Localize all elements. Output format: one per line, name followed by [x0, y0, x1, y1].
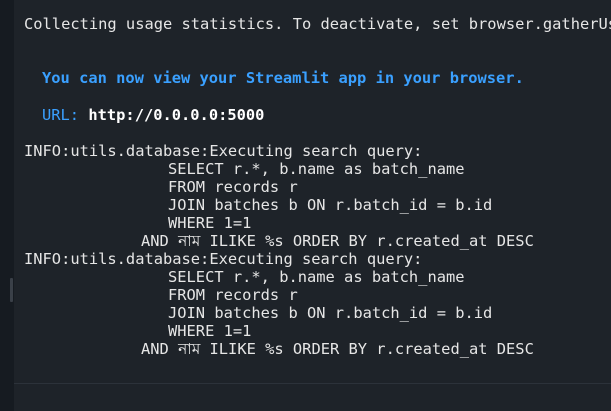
- sql-line: FROM records r: [168, 286, 298, 304]
- sql-line: AND নাম ILIKE %s ORDER BY r.created_at D…: [141, 340, 534, 358]
- sql-line: JOIN batches b ON r.batch_id = b.id: [168, 304, 493, 322]
- url-label: URL:: [42, 106, 80, 124]
- sql-line: AND নাম ILIKE %s ORDER BY r.created_at D…: [141, 232, 534, 250]
- sql-line: WHERE 1=1: [168, 322, 252, 340]
- url-line: URL: http://0.0.0.0:5000: [42, 106, 264, 124]
- sql-line: SELECT r.*, b.name as batch_name: [168, 160, 465, 178]
- sql-line: WHERE 1=1: [168, 214, 252, 232]
- app-ready-line: You can now view your Streamlit app in y…: [42, 69, 524, 87]
- terminal-output[interactable]: Collecting usage statistics. To deactiva…: [14, 0, 611, 411]
- log-header: INFO:utils.database:Executing search que…: [24, 142, 423, 160]
- panel-resize-handle[interactable]: [10, 278, 13, 302]
- sql-line: JOIN batches b ON r.batch_id = b.id: [168, 196, 493, 214]
- sql-line: FROM records r: [168, 178, 298, 196]
- url-link[interactable]: http://0.0.0.0:5000: [88, 106, 264, 124]
- log-header: INFO:utils.database:Executing search que…: [24, 250, 423, 268]
- usage-stats-line: Collecting usage statistics. To deactiva…: [24, 15, 611, 33]
- sql-line: SELECT r.*, b.name as batch_name: [168, 268, 465, 286]
- left-gutter: [0, 0, 14, 411]
- bottom-divider: [14, 383, 611, 384]
